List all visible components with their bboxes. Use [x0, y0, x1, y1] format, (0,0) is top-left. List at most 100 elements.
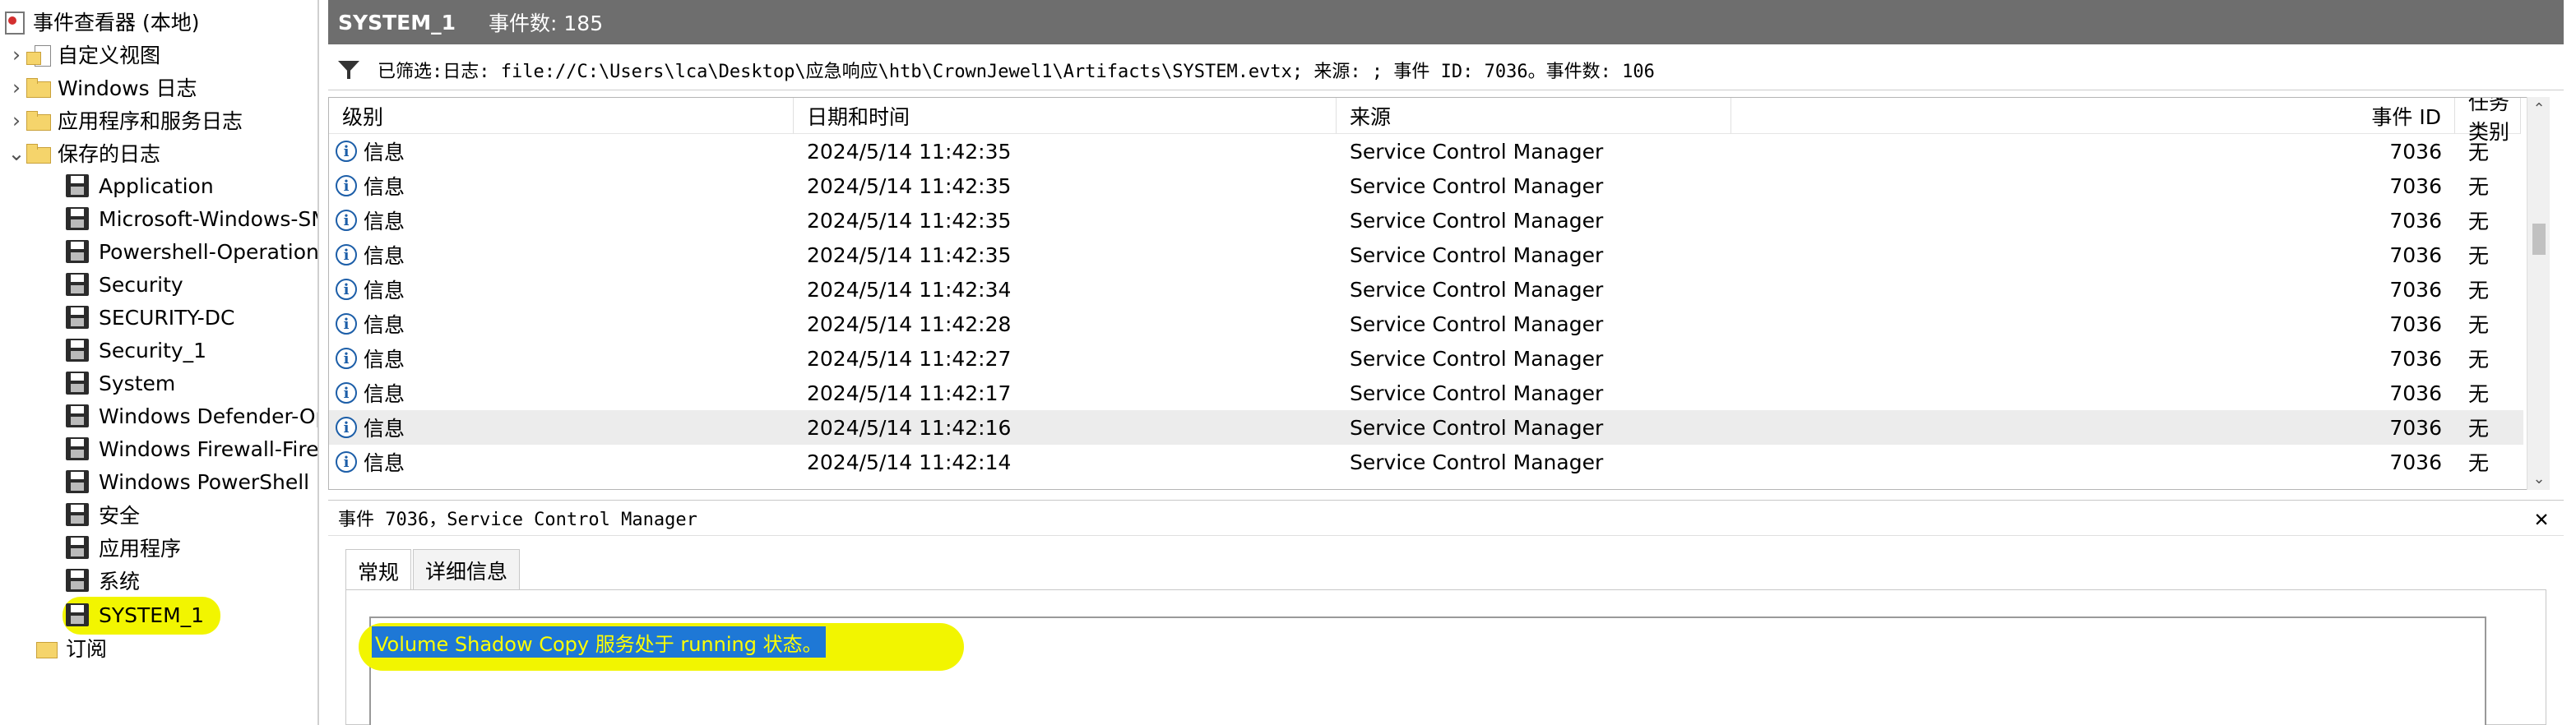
table-row[interactable]: i 信息 2024/5/14 11:42:28 Service Control Man…	[329, 307, 2523, 341]
table-row[interactable]: i 信息 2024/5/14 11:42:35 Service Control Man…	[329, 169, 2523, 203]
cell-event-id: 7036	[1731, 134, 2442, 169]
saved-log-item[interactable]: Security_1	[66, 334, 206, 367]
info-icon: i	[336, 451, 357, 473]
cell-datetime: 2024/5/14 11:42:35	[807, 169, 1333, 203]
tree-item-custom-views[interactable]: › 自定义视图	[7, 38, 160, 71]
navigation-tree: 事件查看器 (本地) › 自定义视图 › Windows 日志 › 应用程序和服…	[0, 0, 319, 725]
saved-log-item[interactable]: SECURITY-DC	[66, 301, 234, 334]
cell-text: 无	[2468, 210, 2490, 233]
tree-item-subscriptions[interactable]: 订阅	[35, 631, 107, 664]
info-icon: i	[336, 244, 357, 266]
cell-source: Service Control Manager	[1350, 341, 1728, 376]
tree-item-saved-logs[interactable]: ⌄ 保存的日志	[7, 136, 161, 169]
column-header-source[interactable]: 来源	[1337, 98, 1731, 134]
event-viewer-icon	[3, 10, 25, 35]
event-detail-header: 事件 7036，Service Control Manager ✕	[328, 500, 2564, 536]
saved-log-item[interactable]: Powershell-Operational	[66, 235, 317, 268]
cell-text: 2024/5/14 11:42:16	[807, 415, 1012, 440]
table-row[interactable]: i 信息 2024/5/14 11:42:17 Service Control Man…	[329, 376, 2523, 410]
tree-item-label: 应用程序和服务日志	[58, 109, 243, 133]
chevron-right-icon[interactable]: ›	[7, 38, 26, 71]
saved-log-item[interactable]: 系统	[66, 564, 140, 597]
saved-log-label: SYSTEM_1	[99, 603, 205, 627]
saved-log-item[interactable]: Microsoft-Windows-SMBServer	[66, 202, 317, 235]
chevron-down-icon[interactable]: ⌄	[7, 136, 26, 169]
cell-text: Service Control Manager	[1350, 312, 1604, 336]
table-row[interactable]: i 信息 2024/5/14 11:42:16 Service Control Man…	[329, 410, 2523, 445]
cell-datetime: 2024/5/14 11:42:16	[807, 410, 1333, 445]
column-header-label: 级别	[342, 104, 384, 129]
table-row[interactable]: i 信息 2024/5/14 11:42:35 Service Control Man…	[329, 238, 2523, 272]
cell-text: 7036	[2389, 208, 2442, 233]
cell-text: 7036	[2389, 450, 2442, 474]
subscription-folder-icon	[35, 637, 58, 658]
saved-log-item[interactable]: 安全	[66, 498, 140, 531]
folder-icon	[26, 109, 51, 131]
close-icon[interactable]: ✕	[2529, 505, 2554, 532]
event-list: 级别 日期和时间 来源 事件 ID 任务类别 i 信息 2024/5/14 11:4…	[328, 97, 2541, 490]
tab-general[interactable]: 常规	[345, 549, 412, 592]
info-icon: i	[336, 175, 357, 196]
cell-task: 无	[2468, 410, 2521, 445]
cell-text: 2024/5/14 11:42:35	[807, 242, 1012, 267]
table-row[interactable]: i 信息 2024/5/14 11:42:14 Service Control Man…	[329, 445, 2523, 479]
table-row[interactable]: i 信息 2024/5/14 11:42:35 Service Control Man…	[329, 134, 2523, 169]
cell-level: i 信息	[336, 445, 794, 479]
cell-text: 2024/5/14 11:42:35	[807, 173, 1012, 198]
saved-log-item[interactable]: Security	[66, 268, 183, 301]
tree-item-windows-logs[interactable]: › Windows 日志	[7, 71, 197, 104]
cell-task: 无	[2468, 203, 2521, 238]
table-row[interactable]: i 信息 2024/5/14 11:42:35 Service Control Man…	[329, 203, 2523, 238]
cell-text: 无	[2468, 244, 2490, 268]
column-header-datetime[interactable]: 日期和时间	[794, 98, 1337, 134]
filter-icon	[338, 59, 359, 81]
chevron-right-icon[interactable]: ›	[7, 71, 26, 104]
cell-event-id: 7036	[1731, 307, 2442, 341]
cell-level: i 信息	[336, 169, 794, 203]
info-icon: i	[336, 141, 357, 162]
info-icon: i	[336, 279, 357, 300]
saved-log-label: System	[99, 371, 176, 395]
cell-level: i 信息	[336, 203, 794, 238]
saved-log-item[interactable]: Windows PowerShell	[66, 465, 309, 498]
cell-text: 无	[2468, 417, 2490, 441]
saved-log-item[interactable]: Application	[66, 169, 214, 202]
cell-text: 信息	[364, 417, 405, 441]
scrollbar-thumb[interactable]	[2532, 224, 2546, 255]
cell-datetime: 2024/5/14 11:42:14	[807, 445, 1333, 479]
table-row[interactable]: i 信息 2024/5/14 11:42:34 Service Control Man…	[329, 272, 2523, 307]
saved-log-item-selected[interactable]: SYSTEM_1	[66, 598, 204, 631]
event-description[interactable]: Volume Shadow Copy 服务处于 running 状态。	[372, 626, 826, 658]
cell-level: i 信息	[336, 410, 794, 445]
column-header-task-category[interactable]: 任务类别	[2455, 98, 2521, 144]
event-list-scrollbar[interactable]: ⌃ ⌄	[2527, 97, 2550, 490]
column-header-level[interactable]: 级别	[329, 98, 794, 134]
cell-text: 无	[2468, 175, 2490, 199]
cell-event-id: 7036	[1731, 203, 2442, 238]
cell-text: 7036	[2389, 277, 2442, 302]
tree-root-label: 事件查看器 (本地)	[33, 11, 200, 35]
saved-log-item[interactable]: 应用程序	[66, 531, 181, 564]
saved-log-item[interactable]: Windows Firewall-Firewall	[66, 432, 317, 465]
column-header-event-id[interactable]: 事件 ID	[1731, 98, 2455, 134]
floppy-log-icon	[66, 603, 89, 626]
tab-label: 常规	[358, 560, 400, 584]
table-row[interactable]: i 信息 2024/5/14 11:42:27 Service Control Man…	[329, 341, 2523, 376]
cell-text: 7036	[2389, 346, 2442, 371]
column-header-label: 事件 ID	[2371, 104, 2441, 129]
cell-text: 无	[2468, 451, 2490, 475]
saved-log-item[interactable]: Windows Defender-Operational	[66, 399, 317, 432]
tab-details[interactable]: 详细信息	[413, 549, 521, 590]
saved-log-item[interactable]: System	[66, 367, 175, 399]
tree-root-event-viewer[interactable]: 事件查看器 (本地)	[3, 5, 199, 38]
cell-text: Service Control Manager	[1350, 277, 1604, 302]
tree-item-app-service-logs[interactable]: › 应用程序和服务日志	[7, 104, 243, 136]
chevron-up-icon[interactable]: ⌃	[2527, 97, 2551, 120]
floppy-log-icon	[66, 503, 89, 526]
info-icon: i	[336, 348, 357, 369]
chevron-down-icon[interactable]: ⌄	[2527, 467, 2551, 490]
cell-text: 2024/5/14 11:42:35	[807, 139, 1012, 164]
cell-source: Service Control Manager	[1350, 376, 1728, 410]
chevron-right-icon[interactable]: ›	[7, 104, 26, 136]
cell-text: 2024/5/14 11:42:35	[807, 208, 1012, 233]
